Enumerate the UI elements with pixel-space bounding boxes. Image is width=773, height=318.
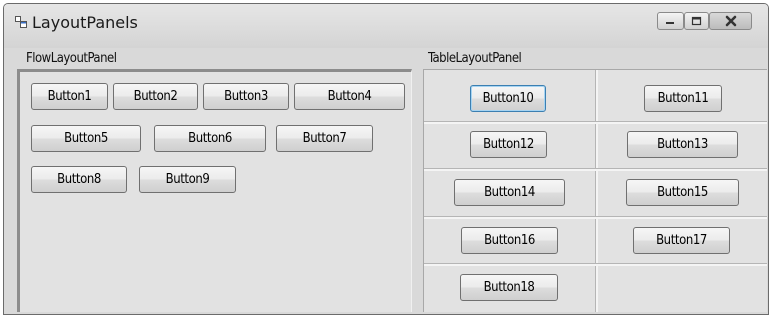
flow-layout-panel: Button1 Button2 Button3 Button4 Button5 … — [17, 69, 412, 312]
table-row-divider — [424, 216, 767, 219]
table-layout-panel-label: TableLayoutPanel — [428, 51, 522, 66]
table-column-divider — [595, 70, 598, 312]
table-layout-panel: Button10 Button11 Button12 Button13 Butt… — [423, 69, 767, 312]
button3[interactable]: Button3 — [203, 83, 289, 110]
button17[interactable]: Button17 — [633, 227, 730, 254]
maximize-button[interactable] — [684, 12, 709, 30]
button15[interactable]: Button15 — [626, 179, 739, 206]
button11[interactable]: Button11 — [644, 85, 722, 112]
button6[interactable]: Button6 — [154, 125, 266, 152]
button5[interactable]: Button5 — [31, 125, 141, 152]
button9[interactable]: Button9 — [139, 166, 236, 193]
button8[interactable]: Button8 — [31, 166, 127, 193]
minimize-icon — [666, 22, 674, 24]
maximize-icon — [691, 16, 702, 26]
minimize-button[interactable] — [657, 12, 684, 30]
flow-layout-panel-label: FlowLayoutPanel — [26, 51, 117, 66]
button13[interactable]: Button13 — [627, 131, 738, 158]
button2[interactable]: Button2 — [113, 83, 198, 110]
window-title: LayoutPanels — [32, 13, 138, 32]
button16[interactable]: Button16 — [461, 227, 558, 254]
title-bar[interactable]: LayoutPanels — [4, 4, 768, 48]
button4[interactable]: Button4 — [294, 83, 405, 110]
button18[interactable]: Button18 — [460, 274, 558, 301]
table-row-divider — [424, 263, 767, 266]
button7[interactable]: Button7 — [276, 125, 373, 152]
button10[interactable]: Button10 — [470, 85, 546, 112]
table-row-divider — [424, 168, 767, 171]
app-window-icon — [15, 16, 27, 28]
button1[interactable]: Button1 — [31, 83, 108, 110]
button12[interactable]: Button12 — [470, 131, 547, 158]
close-button[interactable] — [709, 12, 752, 30]
close-icon — [725, 15, 736, 27]
table-row-divider — [424, 121, 767, 124]
button14[interactable]: Button14 — [454, 179, 565, 206]
